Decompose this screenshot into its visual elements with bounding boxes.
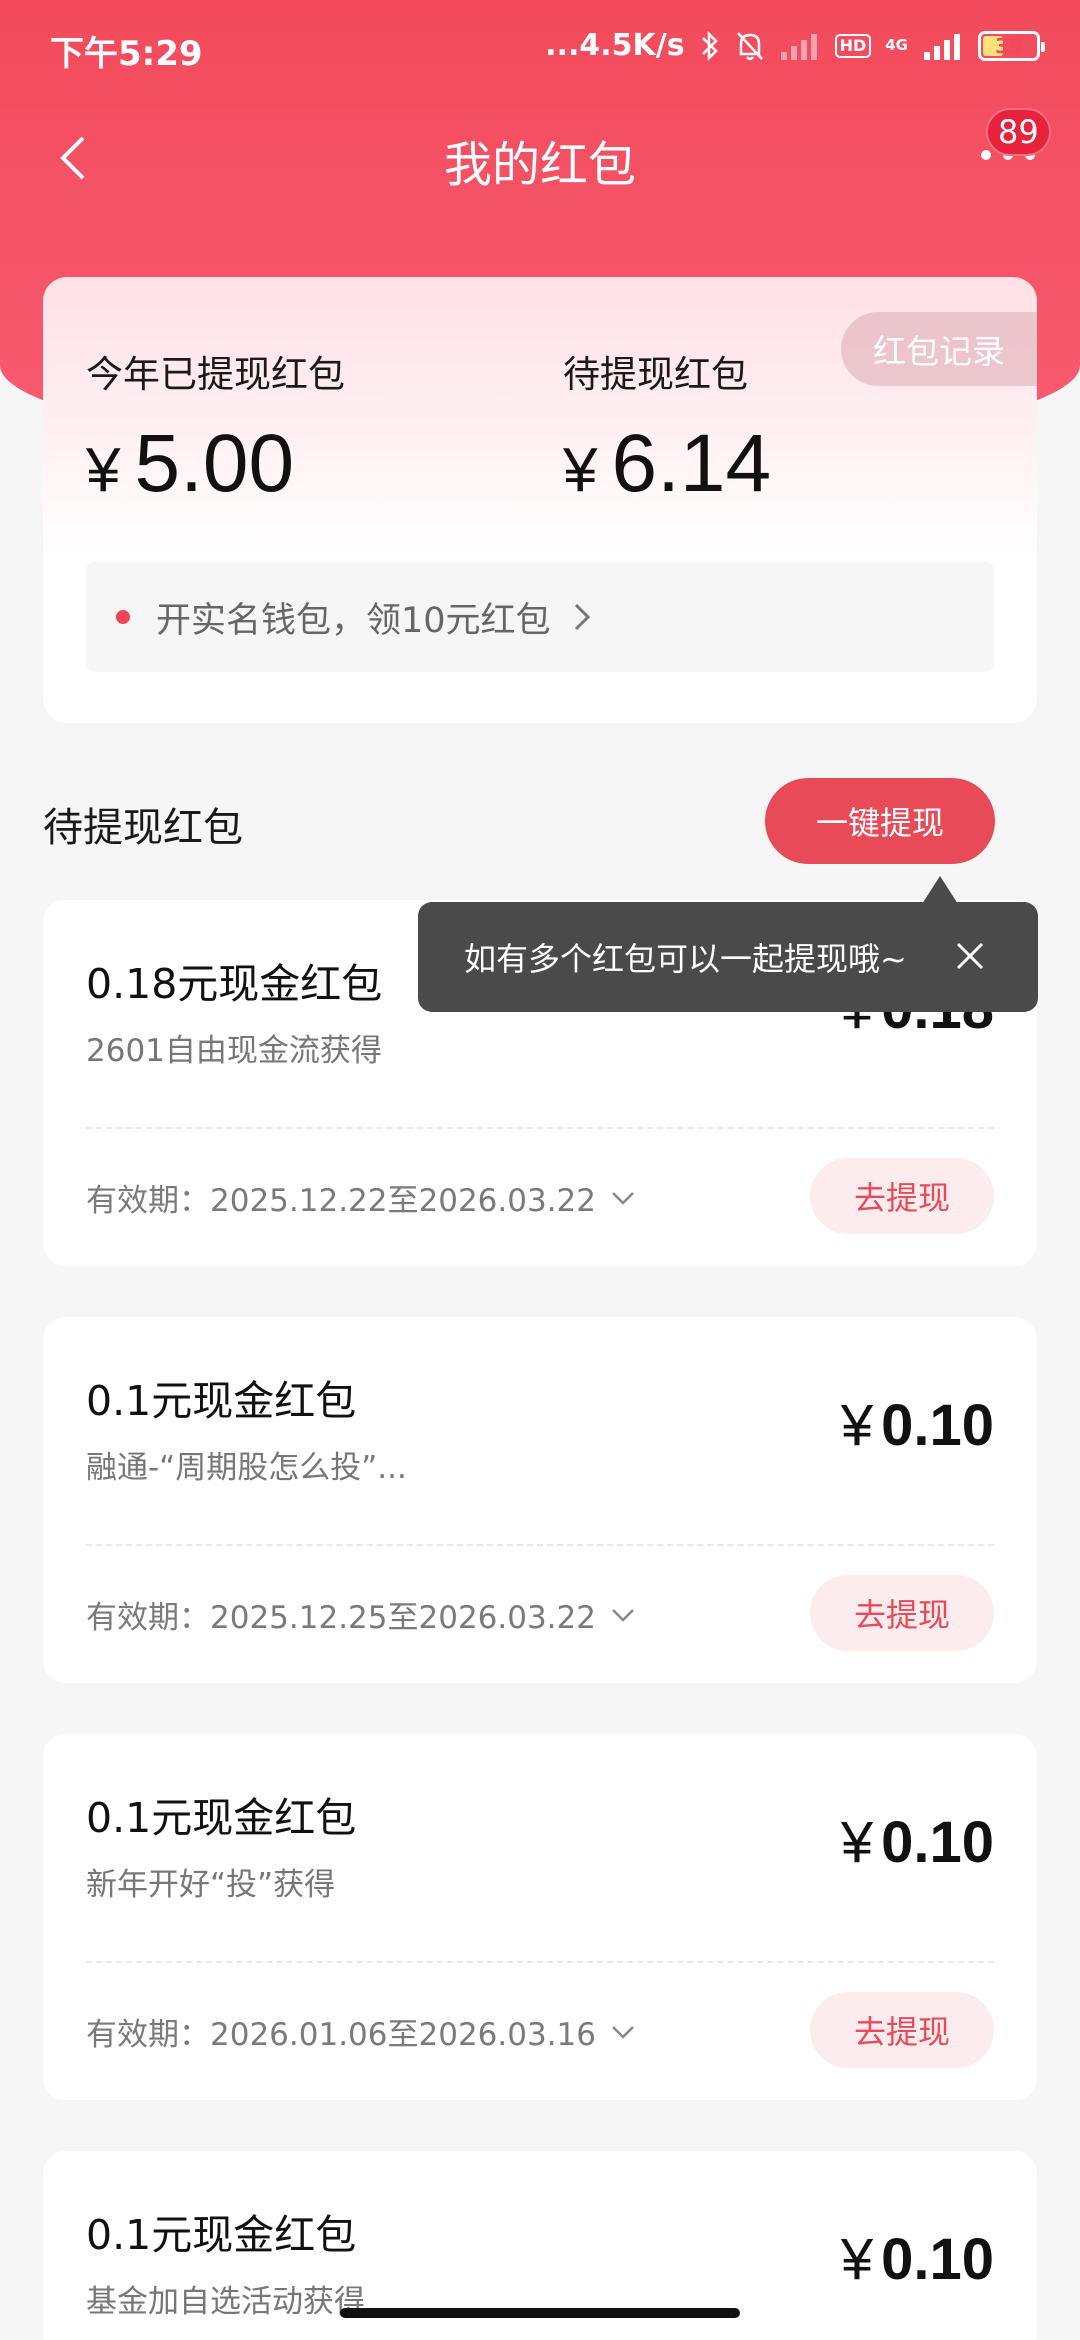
chevron-down-icon: [612, 1608, 634, 1622]
coupon-title: 0.1元现金红包: [86, 2211, 357, 2259]
coupon-expiry-text: 有效期：2025.12.22至2026.03.22: [86, 1183, 596, 1219]
close-icon[interactable]: [954, 940, 986, 972]
chevron-down-icon: [612, 1191, 634, 1205]
red-packet-record-button[interactable]: 红包记录: [841, 312, 1037, 386]
signal-icon-sim1: [780, 33, 817, 60]
chevron-down-icon: [612, 2025, 634, 2039]
currency-symbol: ¥: [840, 1393, 874, 1458]
coupon-source: 2601自由现金流获得: [86, 1033, 382, 1069]
coupon-amount: ¥0.10: [841, 1392, 994, 1459]
withdraw-button[interactable]: 去提现: [810, 1158, 994, 1234]
pending-value: 6.14: [611, 418, 772, 509]
coupon-source: 基金加自选活动获得: [86, 2284, 365, 2320]
battery-icon: 39: [978, 30, 1045, 61]
coupon-amount-value: 0.10: [881, 2227, 994, 2292]
coupon-title: 0.18元现金红包: [86, 960, 383, 1008]
pending-label: 待提现红包: [563, 353, 748, 396]
withdrawn-label: 今年已提现红包: [86, 353, 345, 396]
tooltip-text: 如有多个红包可以一起提现哦~: [464, 940, 907, 978]
currency-symbol: ¥: [840, 1810, 874, 1875]
bluetooth-icon: [701, 30, 718, 61]
mute-bell-icon: [736, 31, 763, 60]
coupon-expiry[interactable]: 有效期：2025.12.25至2026.03.22: [86, 1592, 636, 1637]
coupon-source: 新年开好“投”获得: [86, 1867, 336, 1903]
withdrawn-value: 5.00: [134, 418, 295, 509]
coupon-card: 0.1元现金红包 新年开好“投”获得 ¥0.10 有效期：2026.01.06至…: [43, 1734, 1037, 2100]
pending-amount: ¥6.14: [563, 417, 771, 511]
status-icons: ...4.5K/s HD 4G 39: [545, 28, 1045, 63]
wallet-promo-text: 开实名钱包，领10元红包: [156, 600, 551, 641]
signal-icon-sim2: [924, 33, 960, 60]
status-bar: 下午5:29 ...4.5K/s HD 4G 39: [0, 0, 1080, 95]
dashed-divider: [86, 1961, 994, 1963]
coupon-amount: ¥0.10: [841, 1809, 994, 1876]
coupon-amount: ¥0.10: [841, 2226, 994, 2293]
battery-percent: 39: [995, 33, 1023, 58]
hd-icon: HD: [834, 33, 872, 58]
withdrawn-amount: ¥5.00: [86, 417, 294, 511]
dashed-divider: [86, 1544, 994, 1546]
coupon-expiry[interactable]: 有效期：2025.12.22至2026.03.22: [86, 1175, 636, 1220]
network-type: 4G: [885, 38, 908, 53]
home-indicator[interactable]: [340, 2308, 740, 2318]
currency-symbol: ¥: [840, 2227, 874, 2292]
summary-card: 红包记录 今年已提现红包 ¥5.00 待提现红包 ¥6.14 开实名钱包，领10…: [43, 277, 1037, 723]
page-title: 我的红包: [443, 137, 636, 193]
withdraw-button[interactable]: 去提现: [810, 1992, 994, 2068]
status-time: 下午5:29: [50, 34, 203, 74]
coupon-card: 0.1元现金红包 融通-“周期股怎么投”... ¥0.10 有效期：2025.1…: [43, 1317, 1037, 1683]
net-speed: ...4.5K/s: [545, 28, 685, 63]
currency-symbol: ¥: [86, 436, 121, 505]
coupon-title: 0.1元现金红包: [86, 1377, 357, 1425]
red-dot-icon: [116, 610, 130, 624]
section-title: 待提现红包: [43, 805, 243, 851]
withdraw-all-button[interactable]: 一键提现: [765, 778, 995, 864]
coupon-expiry-text: 有效期：2026.01.06至2026.03.16: [86, 2017, 596, 2053]
network-type-label: 4G: [885, 36, 908, 54]
tooltip-arrow: [922, 876, 958, 904]
coupon-title: 0.1元现金红包: [86, 1794, 357, 1842]
coupon-amount-value: 0.10: [881, 1810, 994, 1875]
dashed-divider: [86, 1127, 994, 1129]
notification-badge: 89: [986, 108, 1051, 156]
coupon-amount-value: 0.10: [881, 1393, 994, 1458]
tooltip: 如有多个红包可以一起提现哦~: [418, 902, 1038, 1012]
coupon-expiry-text: 有效期：2025.12.25至2026.03.22: [86, 1600, 596, 1636]
coupon-source: 融通-“周期股怎么投”...: [86, 1450, 407, 1486]
withdraw-button[interactable]: 去提现: [810, 1575, 994, 1651]
wallet-promo-banner[interactable]: 开实名钱包，领10元红包: [86, 562, 994, 672]
currency-symbol: ¥: [563, 436, 598, 505]
coupon-expiry[interactable]: 有效期：2026.01.06至2026.03.16: [86, 2009, 636, 2054]
chevron-right-icon: [574, 603, 590, 631]
